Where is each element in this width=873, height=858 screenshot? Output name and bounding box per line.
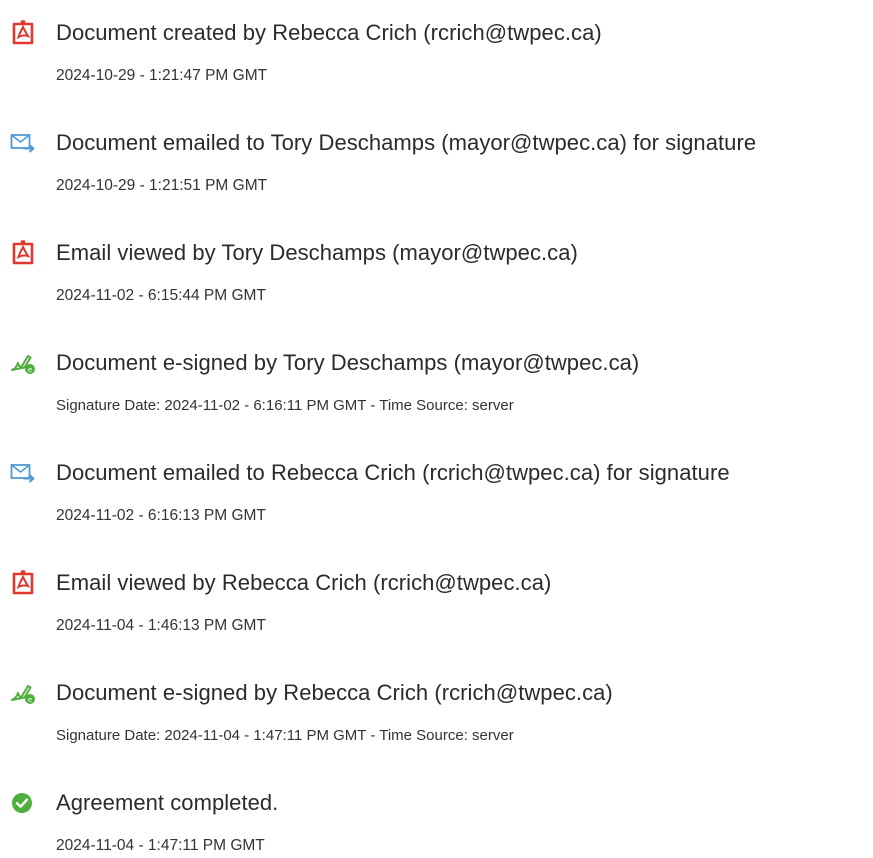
audit-event: Email viewed by Rebecca Crich (rcrich@tw… xyxy=(0,558,873,638)
audit-event: Agreement completed. 2024-11-04 - 1:47:1… xyxy=(0,778,873,858)
audit-event: Document created by Rebecca Crich (rcric… xyxy=(0,8,873,88)
event-timestamp: Signature Date: 2024-11-04 - 1:47:11 PM … xyxy=(56,727,514,744)
event-timestamp: 2024-11-04 - 1:46:13 PM GMT xyxy=(56,617,266,634)
event-timestamp: 2024-11-02 - 6:16:13 PM GMT xyxy=(56,507,266,524)
e-sign-pen-icon: e xyxy=(10,350,36,376)
pdf-document-icon xyxy=(10,240,36,266)
event-title: Document created by Rebecca Crich (rcric… xyxy=(56,20,602,45)
event-title: Email viewed by Rebecca Crich (rcrich@tw… xyxy=(56,570,552,595)
check-circle-icon xyxy=(10,790,36,816)
email-sent-icon xyxy=(10,460,36,486)
email-sent-icon xyxy=(10,130,36,156)
event-timestamp: 2024-10-29 - 1:21:47 PM GMT xyxy=(56,67,268,84)
svg-text:e: e xyxy=(28,696,32,704)
pdf-document-icon xyxy=(10,20,36,46)
event-timestamp: 2024-11-04 - 1:47:11 PM GMT xyxy=(56,837,265,854)
svg-text:e: e xyxy=(28,366,32,374)
audit-event: Email viewed by Tory Deschamps (mayor@tw… xyxy=(0,228,873,308)
audit-event: e Document e-signed by Tory Deschamps (m… xyxy=(0,338,873,418)
event-title: Email viewed by Tory Deschamps (mayor@tw… xyxy=(56,240,578,265)
audit-event: Document emailed to Tory Deschamps (mayo… xyxy=(0,118,873,198)
pdf-document-icon xyxy=(10,570,36,596)
e-sign-pen-icon: e xyxy=(10,680,36,706)
event-timestamp: Signature Date: 2024-11-02 - 6:16:11 PM … xyxy=(56,397,514,414)
event-title: Agreement completed. xyxy=(56,790,279,815)
event-title: Document e-signed by Rebecca Crich (rcri… xyxy=(56,680,613,705)
event-title: Document emailed to Tory Deschamps (mayo… xyxy=(56,130,757,155)
audit-event: e Document e-signed by Rebecca Crich (rc… xyxy=(0,668,873,748)
event-title: Document emailed to Rebecca Crich (rcric… xyxy=(56,460,730,485)
event-timestamp: 2024-11-02 - 6:15:44 PM GMT xyxy=(56,287,266,304)
event-timestamp: 2024-10-29 - 1:21:51 PM GMT xyxy=(56,177,268,194)
event-title: Document e-signed by Tory Deschamps (may… xyxy=(56,350,640,375)
audit-event: Document emailed to Rebecca Crich (rcric… xyxy=(0,448,873,528)
